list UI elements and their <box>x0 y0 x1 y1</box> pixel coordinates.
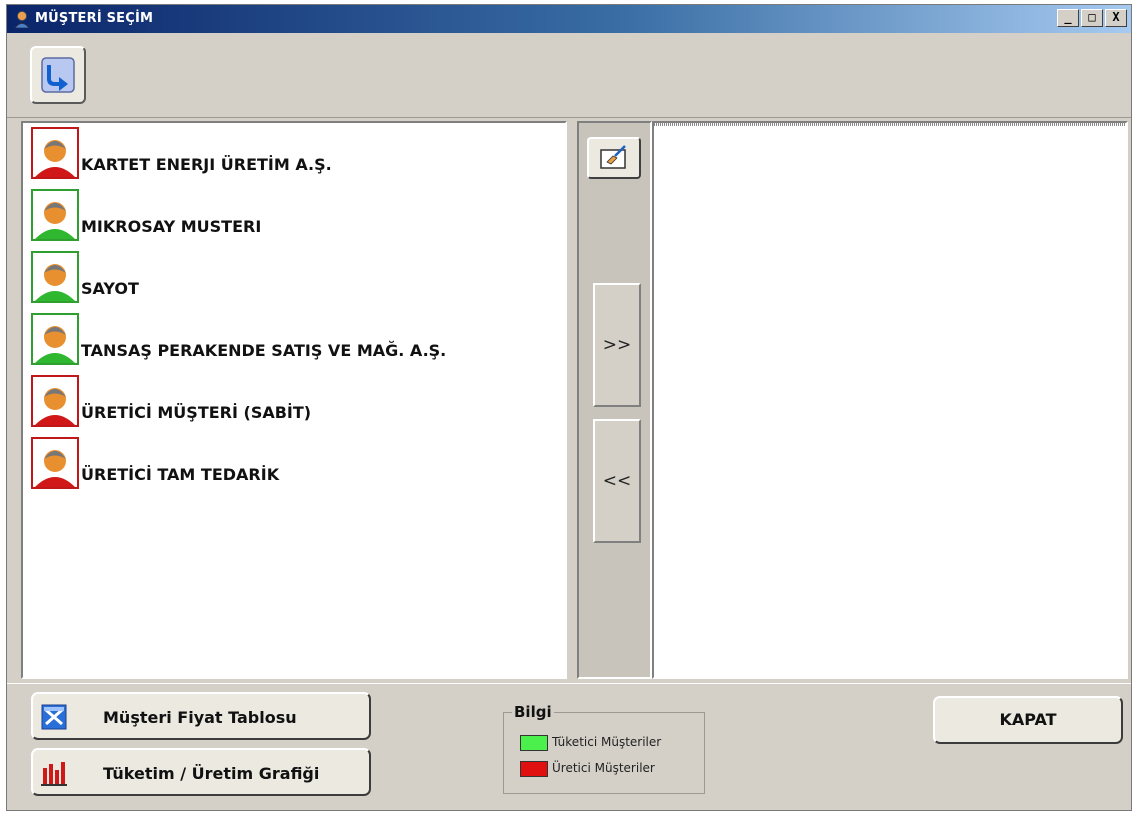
price-table-label: Müşteri Fiyat Tablosu <box>103 708 297 727</box>
remove-customer-button[interactable]: << <box>593 419 641 543</box>
customer-name: ÜRETİCİ TAM TEDARİK <box>81 465 280 484</box>
customer-name: MIKROSAY MUSTERI <box>81 217 262 236</box>
consumer-legend-label: Tüketici Müşteriler <box>552 735 662 749</box>
list-item[interactable]: ÜRETİCİ MÜŞTERİ (SABİT) <box>31 375 551 431</box>
producer-customer-icon <box>31 437 79 489</box>
refresh-button[interactable] <box>30 46 86 104</box>
title-bar[interactable]: MÜŞTERİ SEÇİM _ □ X <box>7 5 1131 33</box>
price-table-button[interactable]: Müşteri Fiyat Tablosu <box>31 692 371 740</box>
toolbar <box>7 33 1131 118</box>
minimize-button[interactable]: _ <box>1057 9 1079 27</box>
producer-customer-icon <box>31 375 79 427</box>
consumption-chart-button[interactable]: Tüketim / Üretim Grafiği <box>31 748 371 796</box>
close-window-button[interactable]: X <box>1105 9 1127 27</box>
transfer-panel: >> << <box>577 121 652 679</box>
producer-customer-icon <box>31 127 79 179</box>
consumer-swatch <box>520 735 548 751</box>
list-item[interactable]: SAYOT <box>31 251 551 307</box>
customer-name: ÜRETİCİ MÜŞTERİ (SABİT) <box>81 403 312 422</box>
customer-name: SAYOT <box>81 279 139 298</box>
consumer-customer-icon <box>31 251 79 303</box>
customer-name: TANSAŞ PERAKENDE SATIŞ VE MAĞ. A.Ş. <box>81 341 447 360</box>
bar-chart-icon <box>41 762 67 786</box>
clear-selection-button[interactable] <box>587 137 641 179</box>
list-item[interactable]: KARTET ENERJI ÜRETİM A.Ş. <box>31 127 551 183</box>
customer-name: KARTET ENERJI ÜRETİM A.Ş. <box>81 155 332 174</box>
maximize-button[interactable]: □ <box>1081 9 1103 27</box>
refresh-arrow-icon <box>41 57 75 93</box>
window-title: MÜŞTERİ SEÇİM <box>35 11 154 26</box>
add-customer-button[interactable]: >> <box>593 283 641 407</box>
customer-list[interactable]: KARTET ENERJI ÜRETİM A.Ş. MIKROSAY MUSTE… <box>21 121 567 679</box>
producer-swatch <box>520 761 548 777</box>
user-icon <box>14 11 30 28</box>
selected-customer-list[interactable] <box>652 121 1128 679</box>
consumer-customer-icon <box>31 189 79 241</box>
eraser-icon <box>600 145 626 169</box>
legend-box: Bilgi Tüketici Müşteriler Üretici Müşter… <box>503 703 705 794</box>
bottom-panel: Müşteri Fiyat Tablosu Tüketim / Üretim G… <box>7 683 1131 812</box>
spreadsheet-icon <box>41 704 67 730</box>
close-button[interactable]: KAPAT <box>933 696 1123 744</box>
legend-title: Bilgi <box>512 703 554 721</box>
producer-legend-label: Üretici Müşteriler <box>552 761 655 775</box>
list-item[interactable]: MIKROSAY MUSTERI <box>31 189 551 245</box>
list-header-line <box>654 123 1126 126</box>
chart-label: Tüketim / Üretim Grafiği <box>103 764 320 783</box>
consumer-customer-icon <box>31 313 79 365</box>
list-item[interactable]: TANSAŞ PERAKENDE SATIŞ VE MAĞ. A.Ş. <box>31 313 551 369</box>
list-item[interactable]: ÜRETİCİ TAM TEDARİK <box>31 437 551 493</box>
customer-select-window: MÜŞTERİ SEÇİM _ □ X KARTET ENERJI ÜRETİM… <box>6 4 1132 811</box>
